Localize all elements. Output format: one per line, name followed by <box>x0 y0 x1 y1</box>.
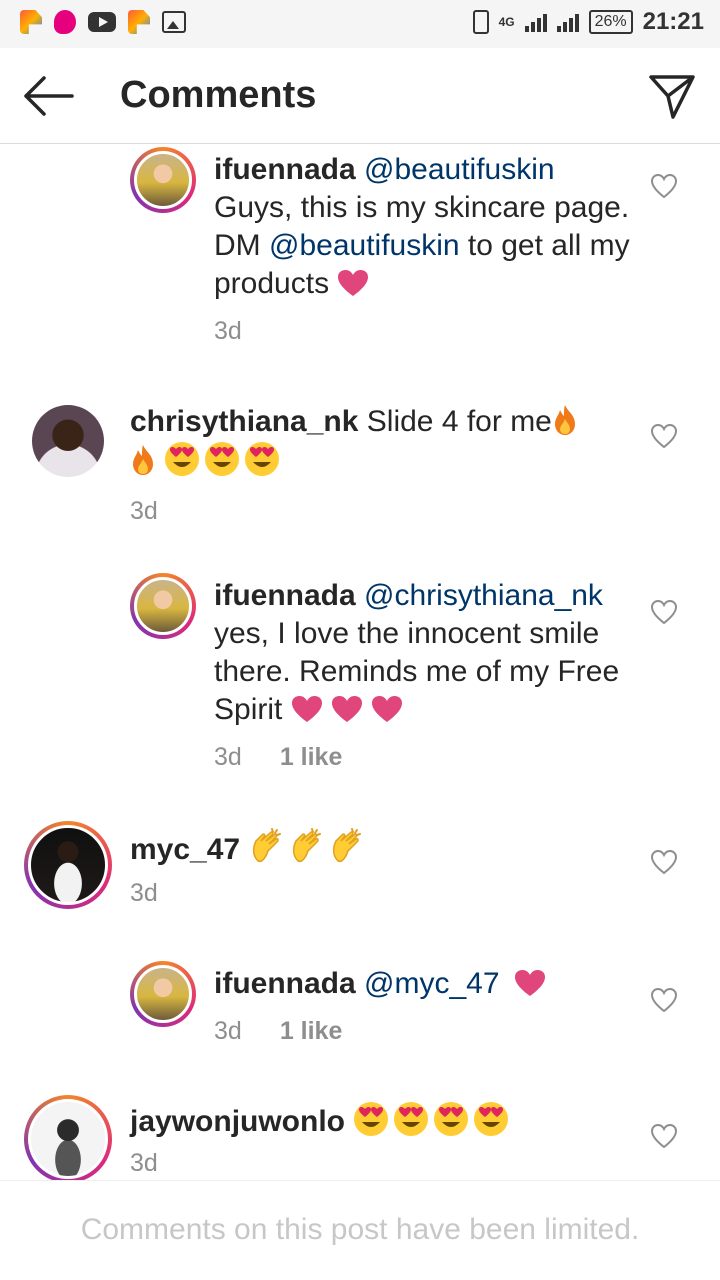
comments-list[interactable]: ifuennada @beautifuskin Guys, this is my… <box>0 145 720 1180</box>
avatar[interactable] <box>24 821 112 909</box>
comment-time: 3d <box>214 1017 242 1045</box>
comment-meta: 3d 1 like <box>214 743 342 772</box>
username[interactable]: ifuennada <box>214 967 356 1000</box>
comment-text: ifuennada @chrisythiana_nk yes, I love t… <box>214 577 634 729</box>
comment-meta: 3d <box>130 497 158 526</box>
avatar[interactable] <box>130 961 196 1027</box>
page-title: Comments <box>120 74 317 116</box>
heart-eyes-emoji-icon <box>245 442 280 476</box>
heart-eyes-emoji-icon <box>165 442 200 476</box>
mention[interactable]: @myc_47 <box>364 967 500 1000</box>
like-count[interactable]: 1 like <box>280 1017 343 1046</box>
comments-header: Comments <box>0 48 720 144</box>
clapping-hands-emoji-icon <box>333 828 362 863</box>
network-type: 4G <box>498 15 515 29</box>
clapping-hands-emoji-icon <box>253 828 282 863</box>
username[interactable]: ifuennada <box>214 579 356 612</box>
system-icons: 4G 26% 21:21 <box>472 8 704 36</box>
avatar[interactable] <box>32 405 104 477</box>
username[interactable]: jaywonjuwonlo <box>130 1105 345 1138</box>
fire-emoji-icon <box>133 445 153 475</box>
heart-outline-icon[interactable] <box>650 599 678 625</box>
clock: 21:21 <box>642 8 704 35</box>
heart-eyes-emoji-icon <box>474 1102 509 1136</box>
avatar[interactable] <box>130 573 196 639</box>
username[interactable]: chrisythiana_nk <box>130 405 358 438</box>
arrow-left-icon[interactable] <box>22 74 74 118</box>
signal-icon-2 <box>556 12 579 32</box>
comment-meta: 3d 1 like <box>214 1017 342 1046</box>
vibrate-icon <box>472 10 489 34</box>
comment-meta: 3d <box>130 1149 158 1178</box>
comment-text: ifuennada @myc_47 <box>214 965 634 1003</box>
comment-time: 3d <box>214 317 242 345</box>
comments-limited-notice: Comments on this post have been limited. <box>80 1213 640 1246</box>
heart-outline-icon[interactable] <box>650 423 678 449</box>
heart-emoji-icon <box>338 270 369 296</box>
comment-meta: 3d <box>214 317 242 346</box>
comment-meta: 3d <box>130 879 158 908</box>
pinterest-like-icon <box>128 10 150 34</box>
status-bar: 4G 26% 21:21 <box>0 0 720 48</box>
pinterest-like-icon <box>20 10 42 34</box>
heart-emoji-icon <box>331 696 362 722</box>
heart-emoji-icon <box>371 696 402 722</box>
signal-icon <box>524 12 547 32</box>
youtube-icon <box>88 12 116 32</box>
like-count[interactable]: 1 like <box>280 743 343 772</box>
comment-time: 3d <box>130 497 158 525</box>
username[interactable]: ifuennada <box>214 153 356 186</box>
comment-content: yes, I love the innocent smile there. Re… <box>214 617 620 726</box>
comment-time: 3d <box>130 1149 158 1177</box>
comments-footer: Comments on this post have been limited. <box>0 1180 720 1280</box>
mention[interactable]: @beautifuskin <box>269 229 460 262</box>
comment-content: Slide 4 for me <box>366 405 552 438</box>
mention[interactable]: @chrisythiana_nk <box>364 579 603 612</box>
fire-emoji-icon <box>554 405 575 435</box>
heart-eyes-emoji-icon <box>354 1102 389 1136</box>
comment-time: 3d <box>130 879 158 907</box>
clapping-hands-emoji-icon <box>293 828 322 863</box>
heart-emoji-icon <box>514 970 545 996</box>
comment-text: myc_47 <box>130 827 600 869</box>
avatar[interactable] <box>130 147 196 213</box>
picsart-icon <box>54 10 76 34</box>
comment-text: jaywonjuwonlo <box>130 1101 600 1141</box>
heart-eyes-emoji-icon <box>434 1102 469 1136</box>
heart-outline-icon[interactable] <box>650 849 678 875</box>
gallery-icon <box>162 11 186 33</box>
heart-eyes-emoji-icon <box>394 1102 429 1136</box>
heart-outline-icon[interactable] <box>650 987 678 1013</box>
comment-text: chrisythiana_nk Slide 4 for me <box>130 403 600 481</box>
heart-outline-icon[interactable] <box>650 1123 678 1149</box>
comment-time: 3d <box>214 743 242 771</box>
heart-outline-icon[interactable] <box>650 173 678 199</box>
mention[interactable]: @beautifuskin <box>364 153 555 186</box>
heart-emoji-icon <box>291 696 322 722</box>
comment-text: ifuennada @beautifuskin Guys, this is my… <box>214 151 634 303</box>
heart-eyes-emoji-icon <box>205 442 240 476</box>
avatar[interactable] <box>24 1095 112 1180</box>
notification-icons <box>20 10 186 34</box>
battery-indicator: 26% <box>588 10 633 34</box>
paper-plane-icon[interactable] <box>648 72 696 120</box>
username[interactable]: myc_47 <box>130 833 240 866</box>
